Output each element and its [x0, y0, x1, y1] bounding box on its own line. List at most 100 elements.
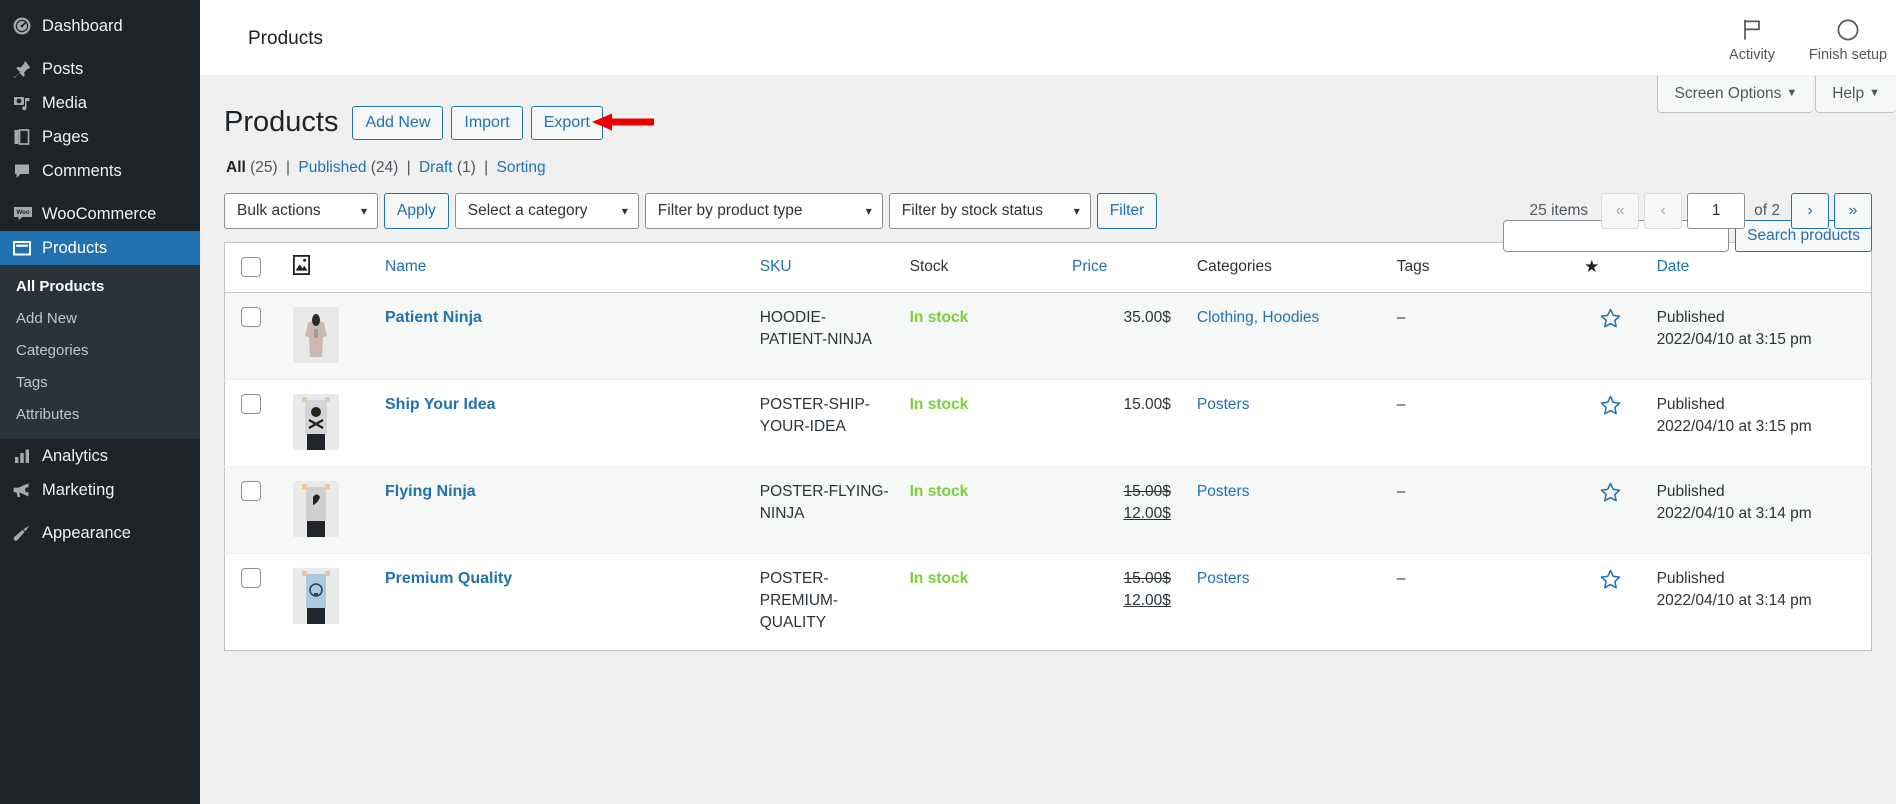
row-checkbox[interactable] [241, 480, 261, 501]
star-outline-icon[interactable] [1599, 569, 1622, 595]
table-row: Ship Your Idea POSTER-SHIP-YOUR-IDEA In … [224, 379, 1872, 467]
row-stock-cell: In stock [900, 553, 1062, 650]
product-name-link[interactable]: Patient Ninja [385, 309, 482, 326]
sidebar-item-comments[interactable]: Comments [0, 154, 200, 188]
sidebar-item-woocommerce[interactable]: Woo WooCommerce [0, 197, 200, 231]
sidebar-item-appearance[interactable]: Appearance [0, 516, 200, 550]
star-outline-icon[interactable] [1599, 482, 1622, 508]
sidebar-item-analytics[interactable]: Analytics [0, 439, 200, 473]
date-status: Published [1656, 395, 1725, 413]
help-label: Help [1832, 85, 1865, 102]
sidebar-item-pages[interactable]: Pages [0, 120, 200, 154]
product-price: 15.00$ [1123, 395, 1171, 413]
row-sku-cell: POSTER-FLYING-NINJA [759, 482, 889, 522]
woo-header-actions: Activity Finish setup [1704, 0, 1896, 76]
filter-link-draft[interactable]: Draft [419, 159, 453, 176]
row-date-cell: Published 2022/04/10 at 3:14 pm [1647, 553, 1872, 650]
sidebar-item-marketing[interactable]: Marketing [0, 473, 200, 507]
star-outline-icon[interactable] [1599, 395, 1622, 421]
pagination: 25 items « ‹ of 2 › » [1530, 192, 1872, 229]
filter-separator: | [406, 158, 411, 176]
product-thumbnail[interactable] [292, 393, 339, 450]
star-outline-icon[interactable] [1599, 308, 1622, 334]
import-button[interactable]: Import [451, 105, 523, 140]
filter-link-sorting[interactable]: Sorting [497, 159, 546, 176]
activity-button[interactable]: Activity [1704, 0, 1800, 76]
sidebar-item-label: Pages [42, 128, 89, 146]
apply-button[interactable]: Apply [384, 192, 449, 229]
sidebar-item-posts[interactable]: Posts [0, 52, 200, 86]
sidebar-item-label: Dashboard [42, 17, 123, 35]
last-page-button[interactable]: » [1834, 192, 1872, 229]
finish-setup-button[interactable]: Finish setup [1800, 0, 1896, 76]
activity-label: Activity [1729, 46, 1775, 63]
add-new-button[interactable]: Add New [352, 105, 444, 140]
filter-count-published: (24) [370, 158, 399, 176]
stock-status: In stock [909, 308, 969, 326]
current-page-input[interactable] [1687, 192, 1746, 229]
select-all-checkbox[interactable] [241, 257, 261, 278]
row-price-cell: 15.00$ 12.00$ [1062, 466, 1187, 553]
help-button[interactable]: Help ▼ [1815, 76, 1896, 113]
row-name-cell: Flying Ninja [375, 466, 750, 553]
submenu-item-add-new[interactable]: Add New [0, 303, 200, 335]
row-stock-cell: In stock [900, 292, 1062, 379]
sidebar-item-media[interactable]: Media [0, 86, 200, 120]
products-submenu: All Products Add New Categories Tags Att… [0, 265, 200, 439]
row-checkbox[interactable] [241, 567, 261, 588]
column-header-sku[interactable]: SKU [749, 242, 900, 293]
column-header-name[interactable]: Name [375, 242, 750, 293]
sidebar-item-label: Posts [42, 60, 84, 78]
product-name-link[interactable]: Premium Quality [385, 570, 512, 587]
stock-status-select-wrap: Filter by stock status ▾ [888, 192, 1097, 229]
submenu-item-all-products[interactable]: All Products [0, 271, 200, 303]
row-stock-cell: In stock [900, 466, 1062, 553]
bulk-actions-select[interactable]: Bulk actions [224, 192, 378, 229]
row-price-cell: 15.00$ [1062, 379, 1187, 466]
stock-status: In stock [909, 482, 969, 500]
product-thumbnail[interactable] [292, 480, 339, 537]
sidebar-item-dashboard[interactable]: Dashboard [0, 9, 200, 43]
row-categories-cell: Posters [1187, 553, 1387, 650]
sidebar-item-products[interactable]: Products [0, 231, 200, 265]
product-name-link[interactable]: Flying Ninja [385, 483, 476, 500]
submenu-item-tags[interactable]: Tags [0, 367, 200, 399]
screen-options-button[interactable]: Screen Options ▼ [1657, 76, 1814, 113]
category-link[interactable]: Clothing, Hoodies [1197, 309, 1319, 326]
row-thumbnail-cell [283, 379, 375, 466]
product-type-select[interactable]: Filter by product type [644, 192, 883, 229]
export-button[interactable]: Export [530, 105, 603, 140]
next-page-button[interactable]: › [1791, 192, 1829, 229]
row-checkbox[interactable] [241, 306, 261, 327]
row-categories-cell: Posters [1187, 466, 1387, 553]
filter-separator: | [286, 158, 291, 176]
date-value: 2022/04/10 at 3:14 pm [1656, 504, 1812, 522]
row-thumbnail-cell [283, 553, 375, 650]
bulk-actions-select-wrap: Bulk actions ▾ [224, 192, 384, 229]
submenu-item-categories[interactable]: Categories [0, 335, 200, 367]
row-checkbox[interactable] [241, 393, 261, 414]
filter-link-published[interactable]: Published [298, 159, 366, 176]
product-name-link[interactable]: Ship Your Idea [385, 396, 496, 413]
category-link[interactable]: Posters [1197, 483, 1250, 500]
filter-link-all[interactable]: All [226, 159, 246, 176]
category-select[interactable]: Select a category [454, 192, 639, 229]
submenu-item-attributes[interactable]: Attributes [0, 399, 200, 431]
category-link[interactable]: Posters [1197, 396, 1250, 413]
screen-options-label: Screen Options [1674, 85, 1782, 102]
column-header-price[interactable]: Price [1062, 242, 1187, 293]
product-thumbnail[interactable] [292, 306, 339, 363]
date-status: Published [1656, 308, 1725, 326]
product-regular-price: 15.00$ [1123, 569, 1171, 587]
pin-icon [12, 59, 42, 79]
svg-text:Woo: Woo [16, 209, 30, 216]
stock-status-select[interactable]: Filter by stock status [888, 192, 1091, 229]
filter-button[interactable]: Filter [1096, 192, 1158, 229]
column-header-stock: Stock [899, 242, 1062, 293]
date-value: 2022/04/10 at 3:15 pm [1656, 417, 1812, 435]
product-thumbnail[interactable] [292, 567, 339, 624]
category-link[interactable]: Posters [1197, 570, 1250, 587]
column-header-thumbnail [282, 242, 375, 293]
comments-icon [12, 161, 42, 181]
date-status: Published [1656, 482, 1725, 500]
